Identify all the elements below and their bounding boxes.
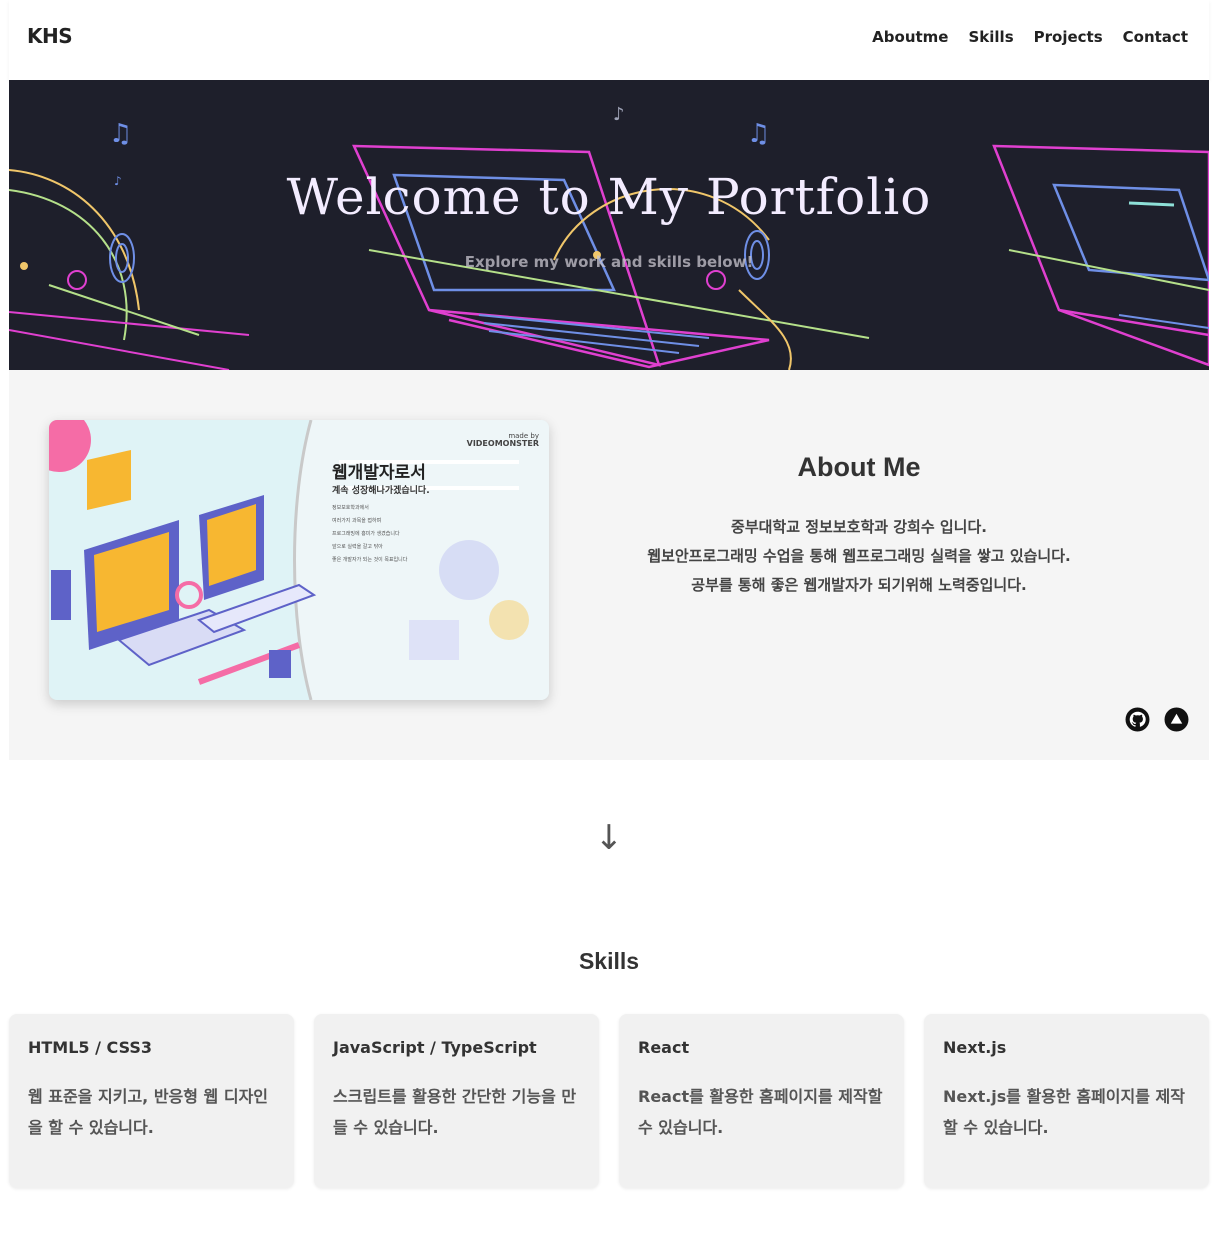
about-line: 중부대학교 정보보호학과 강희수 입니다. bbox=[731, 518, 987, 536]
skill-description: React를 활용한 홈페이지를 제작할 수 있습니다. bbox=[638, 1087, 883, 1137]
about-line: 웹보안프로그래밍 수업을 통해 웹프로그래밍 실력을 쌓고 있습니다. bbox=[647, 547, 1071, 565]
about-description: 중부대학교 정보보호학과 강희수 입니다. 웹보안프로그래밍 수업을 통해 웹프… bbox=[559, 513, 1159, 600]
skill-card-javascript: JavaScript / TypeScript 스크립트를 활용한 간단한 기능… bbox=[314, 1014, 599, 1188]
hero-banner: ♫ ♪ ♫ ♪ Welcome to My Portfolio Explore … bbox=[9, 80, 1209, 370]
svg-text:♫: ♫ bbox=[109, 119, 132, 149]
isometric-illustration bbox=[49, 420, 549, 700]
github-icon[interactable] bbox=[1125, 707, 1150, 732]
skills-grid: HTML5 / CSS3 웹 표준을 지키고, 반응형 웹 디자인을 할 수 있… bbox=[9, 1014, 1209, 1188]
svg-text:♪: ♪ bbox=[613, 104, 625, 125]
scroll-down-arrow[interactable]: ↓ bbox=[9, 818, 1209, 858]
nav-item-aboutme[interactable]: Aboutme bbox=[872, 28, 948, 46]
image-text-lines: 정보보호학과에서 여러가지 과목을 접하며 프로그래밍에 흥미가 생겼습니다 앞… bbox=[332, 505, 408, 563]
about-section: made by VIDEOMONSTER 웹개발자로서 계속 성장해나가겠습니다… bbox=[9, 370, 1209, 760]
hero-title: Welcome to My Portfolio bbox=[286, 168, 932, 226]
skill-description: Next.js를 활용한 홈페이지를 제작할 수 있습니다. bbox=[943, 1087, 1185, 1137]
skill-name: JavaScript / TypeScript bbox=[333, 1038, 537, 1057]
nav-item-contact[interactable]: Contact bbox=[1123, 28, 1188, 46]
nav-item-projects[interactable]: Projects bbox=[1034, 28, 1103, 46]
nav-item-skills[interactable]: Skills bbox=[968, 28, 1013, 46]
skill-name: React bbox=[638, 1038, 690, 1057]
skill-card-react: React React를 활용한 홈페이지를 제작할 수 있습니다. bbox=[619, 1014, 904, 1188]
social-links bbox=[1125, 707, 1189, 732]
skill-description: 웹 표준을 지키고, 반응형 웹 디자인을 할 수 있습니다. bbox=[28, 1087, 269, 1137]
up-triangle-icon[interactable] bbox=[1164, 707, 1189, 732]
about-line: 공부를 통해 좋은 웹개발자가 되기위해 노력중입니다. bbox=[691, 576, 1027, 594]
skill-card-html-css: HTML5 / CSS3 웹 표준을 지키고, 반응형 웹 디자인을 할 수 있… bbox=[9, 1014, 294, 1188]
about-title: About Me bbox=[797, 452, 921, 482]
skill-name: Next.js bbox=[943, 1038, 1007, 1057]
svg-text:♫: ♫ bbox=[747, 119, 770, 149]
about-image: made by VIDEOMONSTER 웹개발자로서 계속 성장해나가겠습니다… bbox=[49, 420, 549, 700]
image-subtitle: 계속 성장해나가겠습니다. bbox=[332, 486, 430, 496]
site-logo[interactable]: KHS bbox=[27, 24, 73, 48]
skill-description: 스크립트를 활용한 간단한 기능을 만들 수 있습니다. bbox=[333, 1087, 577, 1137]
hero-subtitle: Explore my work and skills below! bbox=[464, 253, 754, 271]
made-by-badge: made by VIDEOMONSTER bbox=[466, 432, 539, 448]
skills-title: Skills bbox=[578, 948, 640, 974]
skill-card-nextjs: Next.js Next.js를 활용한 홈페이지를 제작할 수 있습니다. bbox=[924, 1014, 1209, 1188]
image-title: 웹개발자로서 bbox=[332, 463, 426, 483]
site-header: KHS Aboutme Skills Projects Contact bbox=[9, 0, 1209, 80]
main-nav: Aboutme Skills Projects Contact bbox=[872, 28, 1188, 46]
skill-name: HTML5 / CSS3 bbox=[28, 1038, 153, 1057]
